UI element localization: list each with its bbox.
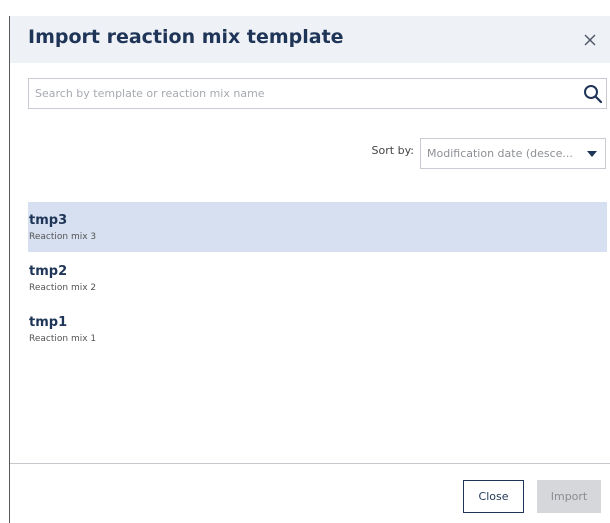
template-item-tmp3[interactable]: tmp3 Reaction mix 3 <box>28 202 607 252</box>
template-reaction-mix: Reaction mix 2 <box>29 283 97 293</box>
template-item-tmp2[interactable]: tmp2 Reaction mix 2 <box>28 253 607 303</box>
sort-dropdown[interactable]: Modification date (desce... <box>420 138 606 169</box>
import-button[interactable]: Import <box>537 480 601 513</box>
sort-label: Sort by: <box>371 144 414 157</box>
template-reaction-mix: Reaction mix 1 <box>29 334 97 344</box>
sort-selected-value: Modification date (desce... <box>427 147 573 160</box>
footer-divider <box>10 463 610 464</box>
search-icon-glyph <box>584 85 603 104</box>
dialog-header: Import reaction mix template <box>10 16 610 63</box>
dialog-title: Import reaction mix template <box>28 26 344 48</box>
search-box <box>28 78 607 109</box>
template-list: tmp3 Reaction mix 3 tmp2 Reaction mix 2 … <box>28 202 607 442</box>
template-name: tmp3 <box>29 213 68 228</box>
close-button[interactable]: Close <box>463 480 524 513</box>
search-icon[interactable] <box>582 83 604 105</box>
template-item-tmp1[interactable]: tmp1 Reaction mix 1 <box>28 304 607 354</box>
import-template-dialog: Import reaction mix template Sort by: Mo… <box>10 16 610 523</box>
caret-down-icon <box>587 151 597 157</box>
template-name: tmp2 <box>29 264 68 279</box>
page: Import reaction mix template Sort by: Mo… <box>0 0 610 523</box>
template-name: tmp1 <box>29 315 68 330</box>
search-input[interactable] <box>35 79 575 108</box>
close-icon[interactable] <box>578 28 602 52</box>
close-icon-glyph <box>584 34 596 46</box>
template-reaction-mix: Reaction mix 3 <box>29 232 97 242</box>
